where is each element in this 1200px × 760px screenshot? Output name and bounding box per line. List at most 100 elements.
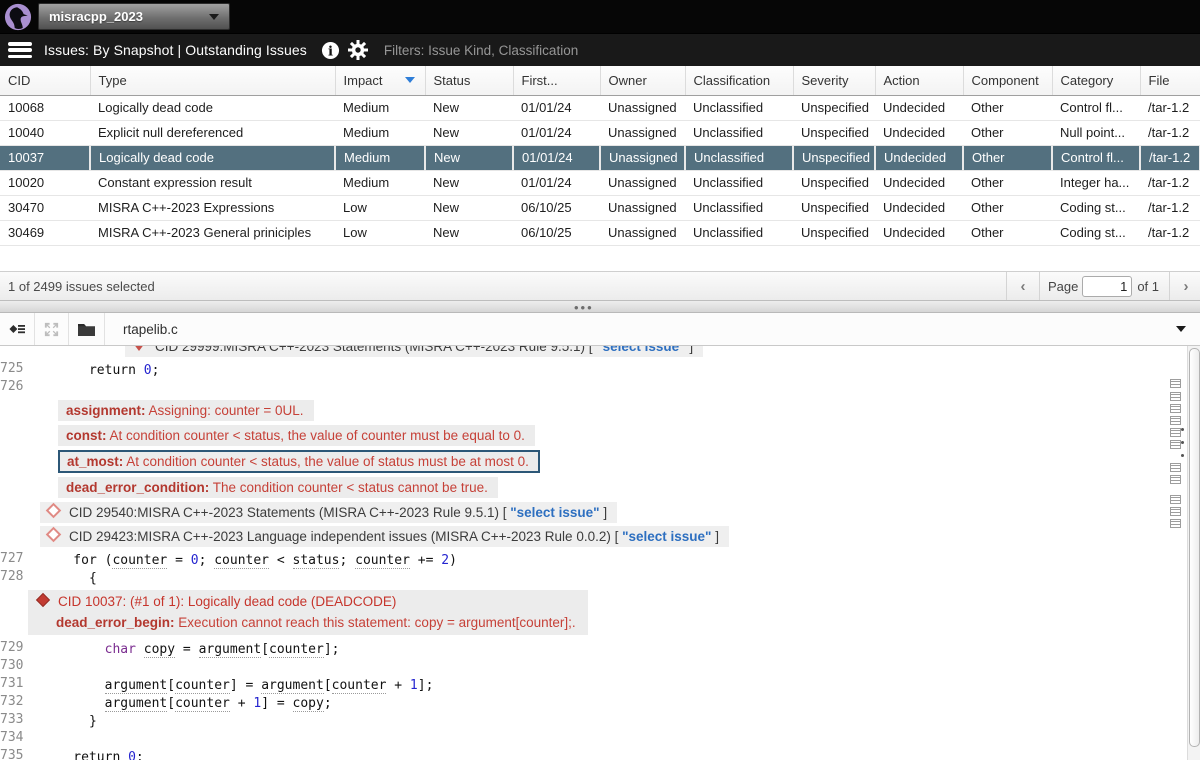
- event-at_most[interactable]: at_most: At condition counter < status, …: [58, 450, 540, 473]
- column-header-severity[interactable]: Severity: [793, 66, 875, 95]
- issue-cell[interactable]: Unspecified: [793, 120, 875, 145]
- event-dead_error_condition[interactable]: dead_error_condition: The condition coun…: [58, 477, 498, 498]
- issue-cell[interactable]: Unclassified: [685, 145, 793, 170]
- event-dead_error_begin[interactable]: dead_error_begin: Execution cannot reach…: [56, 615, 576, 630]
- issue-cell[interactable]: Control fl...: [1052, 95, 1140, 120]
- issue-cell[interactable]: Unassigned: [600, 220, 685, 245]
- event-list-icon[interactable]: [0, 313, 35, 345]
- issue-cell[interactable]: New: [425, 195, 513, 220]
- column-header-first-[interactable]: First...: [513, 66, 600, 95]
- issue-cell[interactable]: /tar-1.2: [1140, 145, 1200, 170]
- file-tab[interactable]: rtapelib.c: [123, 322, 178, 337]
- issue-cell[interactable]: Other: [963, 145, 1052, 170]
- issue-cell[interactable]: New: [425, 170, 513, 195]
- issue-cell[interactable]: Undecided: [875, 170, 963, 195]
- issue-cell[interactable]: Unassigned: [600, 145, 685, 170]
- issue-cell[interactable]: Low: [335, 220, 425, 245]
- column-header-owner[interactable]: Owner: [600, 66, 685, 95]
- event-assignment[interactable]: assignment: Assigning: counter = 0UL.: [58, 400, 314, 421]
- gear-icon[interactable]: [348, 40, 368, 60]
- column-header-cid[interactable]: CID: [0, 66, 90, 95]
- issue-cell[interactable]: 06/10/25: [513, 220, 600, 245]
- issue-cell[interactable]: /tar-1.2: [1140, 120, 1200, 145]
- next-page-button[interactable]: ›: [1172, 272, 1200, 300]
- prev-page-button[interactable]: ‹: [1009, 272, 1037, 300]
- issue-cell[interactable]: /tar-1.2: [1140, 95, 1200, 120]
- issue-cell[interactable]: Unassigned: [600, 95, 685, 120]
- folder-icon[interactable]: [69, 313, 105, 345]
- issue-row[interactable]: 10040Explicit null dereferencedMediumNew…: [0, 120, 1200, 145]
- viewer-menu-caret[interactable]: [1176, 326, 1186, 332]
- column-header-impact[interactable]: Impact: [335, 66, 425, 95]
- project-dropdown[interactable]: misracpp_2023: [38, 3, 230, 30]
- event-const[interactable]: const: At condition counter < status, th…: [58, 425, 535, 446]
- issue-cell[interactable]: Medium: [335, 145, 425, 170]
- issue-cell[interactable]: Undecided: [875, 95, 963, 120]
- issue-cell[interactable]: Unassigned: [600, 120, 685, 145]
- issue-cell[interactable]: Unclassified: [685, 120, 793, 145]
- issue-cell[interactable]: /tar-1.2: [1140, 195, 1200, 220]
- issue-cell[interactable]: New: [425, 145, 513, 170]
- issue-cell[interactable]: Undecided: [875, 120, 963, 145]
- issue-cell[interactable]: Control fl...: [1052, 145, 1140, 170]
- issue-reference[interactable]: CID 29999:MISRA C++-2023 Statements (MIS…: [125, 346, 703, 357]
- issue-cell[interactable]: 10068: [0, 95, 90, 120]
- issue-cell[interactable]: Medium: [335, 120, 425, 145]
- issue-cell[interactable]: 06/10/25: [513, 195, 600, 220]
- column-header-classification[interactable]: Classification: [685, 66, 793, 95]
- issue-cell[interactable]: Other: [963, 195, 1052, 220]
- hamburger-icon[interactable]: [8, 42, 32, 58]
- column-header-component[interactable]: Component: [963, 66, 1052, 95]
- issue-cell[interactable]: Undecided: [875, 195, 963, 220]
- issue-cell[interactable]: Unspecified: [793, 170, 875, 195]
- cid-title[interactable]: CID 10037: (#1 of 1): Logically dead cod…: [36, 594, 576, 609]
- issue-row[interactable]: 30470MISRA C++-2023 ExpressionsLowNew06/…: [0, 195, 1200, 220]
- column-header-category[interactable]: Category: [1052, 66, 1140, 95]
- issue-cell[interactable]: /tar-1.2: [1140, 170, 1200, 195]
- issue-cell[interactable]: MISRA C++-2023 Expressions: [90, 195, 335, 220]
- issue-row[interactable]: 10020Constant expression resultMediumNew…: [0, 170, 1200, 195]
- code-scrollbar[interactable]: [1187, 346, 1200, 760]
- issue-cell[interactable]: Undecided: [875, 145, 963, 170]
- issue-cell[interactable]: New: [425, 220, 513, 245]
- column-header-type[interactable]: Type: [90, 66, 335, 95]
- column-header-action[interactable]: Action: [875, 66, 963, 95]
- issue-cell[interactable]: 01/01/24: [513, 145, 600, 170]
- issue-cell[interactable]: Constant expression result: [90, 170, 335, 195]
- issue-cell[interactable]: Logically dead code: [90, 145, 335, 170]
- issue-cell[interactable]: Unspecified: [793, 145, 875, 170]
- issue-cell[interactable]: Integer ha...: [1052, 170, 1140, 195]
- issue-cell[interactable]: Other: [963, 120, 1052, 145]
- issue-row[interactable]: 30469MISRA C++-2023 General priniciplesL…: [0, 220, 1200, 245]
- issue-cell[interactable]: New: [425, 120, 513, 145]
- issue-cell[interactable]: Medium: [335, 170, 425, 195]
- issue-cell[interactable]: Unspecified: [793, 95, 875, 120]
- scrollbar-thumb[interactable]: [1189, 348, 1200, 747]
- issue-cell[interactable]: Null point...: [1052, 120, 1140, 145]
- issue-cell[interactable]: 10020: [0, 170, 90, 195]
- issue-cell[interactable]: Low: [335, 195, 425, 220]
- select-issue-link[interactable]: "select issue": [510, 505, 599, 520]
- info-icon[interactable]: i: [321, 41, 340, 60]
- issue-cell[interactable]: Undecided: [875, 220, 963, 245]
- select-issue-link[interactable]: "select issue": [622, 529, 711, 544]
- issue-cell[interactable]: Other: [963, 170, 1052, 195]
- issue-cell[interactable]: Coding st...: [1052, 195, 1140, 220]
- expand-icon[interactable]: [35, 313, 69, 345]
- issue-cell[interactable]: 30469: [0, 220, 90, 245]
- issue-cell[interactable]: Unclassified: [685, 195, 793, 220]
- issue-cell[interactable]: MISRA C++-2023 General priniciples: [90, 220, 335, 245]
- issue-cell[interactable]: Logically dead code: [90, 95, 335, 120]
- issue-cell[interactable]: 01/01/24: [513, 120, 600, 145]
- issue-cell[interactable]: New: [425, 95, 513, 120]
- issue-row[interactable]: 10037Logically dead codeMediumNew01/01/2…: [0, 145, 1200, 170]
- issue-cell[interactable]: Unspecified: [793, 220, 875, 245]
- page-input[interactable]: [1082, 276, 1132, 297]
- select-issue-link[interactable]: "select issue": [596, 346, 685, 354]
- issue-cell[interactable]: 30470: [0, 195, 90, 220]
- issue-cell[interactable]: Unassigned: [600, 195, 685, 220]
- issue-cell[interactable]: 10037: [0, 145, 90, 170]
- pane-splitter[interactable]: •••: [0, 301, 1200, 313]
- column-header-status[interactable]: Status: [425, 66, 513, 95]
- issue-cell[interactable]: Unclassified: [685, 170, 793, 195]
